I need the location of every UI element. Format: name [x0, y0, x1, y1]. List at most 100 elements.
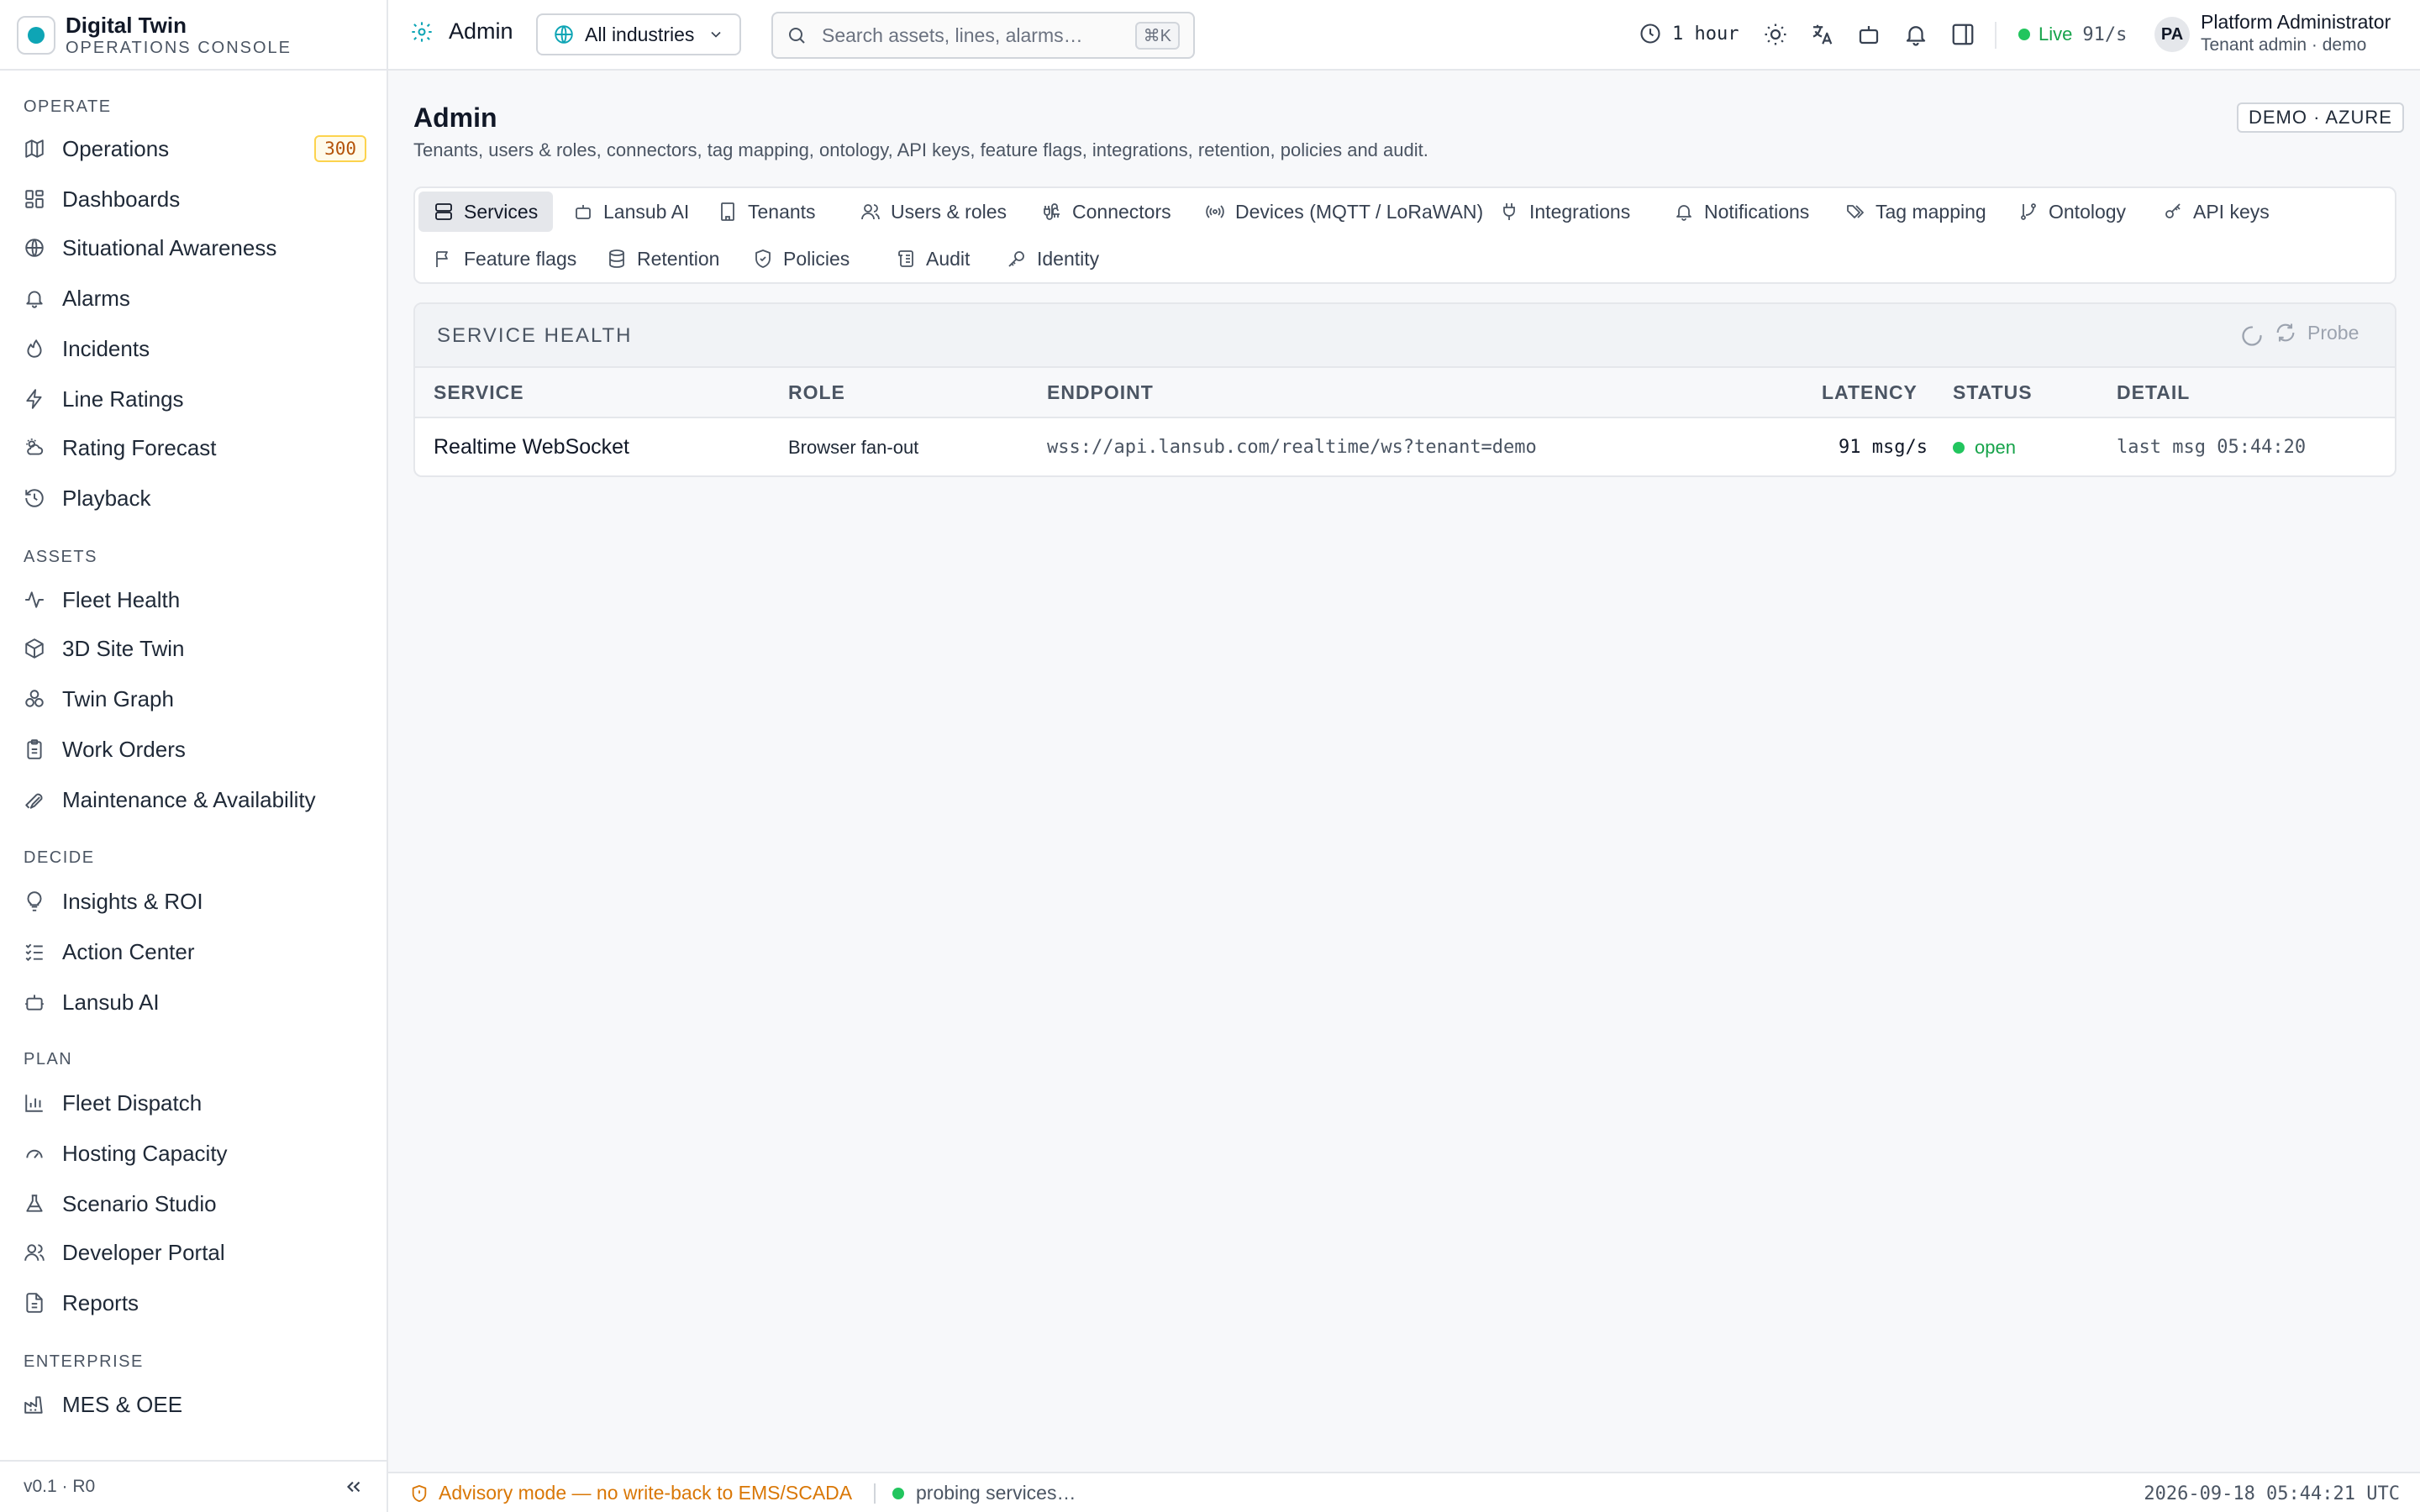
status-dot	[1953, 442, 1965, 454]
sidebar-item-reports[interactable]: Reports	[24, 1283, 366, 1323]
sidebar-item-line-ratings[interactable]: Line Ratings	[24, 379, 366, 419]
nav-section-plan: PLAN	[24, 1050, 73, 1068]
user-menu[interactable]: Platform Administrator Tenant admin · de…	[2201, 10, 2391, 57]
clipboard-icon	[27, 739, 42, 759]
sidebar-item-dashboards[interactable]: Dashboards	[24, 179, 366, 219]
bell-icon[interactable]	[1903, 22, 1928, 47]
probe-button[interactable]: Probe	[2274, 321, 2359, 344]
sidebar-item-3d-site-twin[interactable]: 3D Site Twin	[24, 628, 366, 669]
time-range-button[interactable]: 1 hour	[1639, 22, 1739, 45]
sidebar-item-action-center[interactable]: Action Center	[24, 932, 366, 972]
tab-audit[interactable]: Audit	[881, 239, 985, 279]
tab-services[interactable]: Services	[418, 192, 554, 232]
page-breadcrumb: Admin	[410, 18, 513, 45]
sidebar-item-situational-awareness[interactable]: Situational Awareness	[24, 228, 366, 268]
tab-retention[interactable]: Retention	[592, 239, 734, 279]
live-dot	[2018, 29, 2030, 40]
table-row[interactable]: Realtime WebSocket Browser fan-out wss:/…	[415, 417, 2395, 475]
tab-integrations[interactable]: Integrations	[1484, 192, 1645, 232]
sidebar-item-label: Work Orders	[62, 736, 186, 762]
bolt-icon	[26, 389, 42, 409]
tab-label: Retention	[637, 247, 720, 270]
map-icon	[25, 139, 44, 158]
history-icon	[25, 489, 44, 507]
panel-right-icon[interactable]	[1950, 22, 1975, 47]
search-shortcut: ⌘K	[1134, 21, 1180, 50]
sidebar-item-maintenance-availability[interactable]: Maintenance & Availability	[24, 780, 366, 820]
tab-label: Policies	[783, 247, 850, 270]
search-input[interactable]: Search assets, lines, alarms… ⌘K	[771, 12, 1195, 59]
translate-icon[interactable]	[1809, 22, 1834, 47]
gauge-icon	[26, 1149, 43, 1159]
wrench-icon	[25, 793, 43, 809]
live-indicator[interactable]: Live 91/s	[2018, 24, 2127, 45]
flame-icon	[27, 339, 42, 358]
sidebar-item-operations[interactable]: Operations 300	[24, 129, 366, 169]
page-title: Admin	[413, 102, 497, 133]
bot-icon	[25, 995, 44, 1011]
sidebar-item-fleet-health[interactable]: Fleet Health	[24, 580, 366, 620]
tab-notifications[interactable]: Notifications	[1659, 192, 1824, 232]
sidebar-item-label: Action Center	[62, 938, 195, 964]
probe-label: Probe	[2307, 321, 2360, 344]
tab-api-keys[interactable]: API keys	[2148, 192, 2285, 232]
chevron-down-icon	[711, 31, 721, 38]
scroll-icon	[898, 250, 913, 267]
sidebar-item-fleet-dispatch[interactable]: Fleet Dispatch	[24, 1083, 366, 1123]
sidebar-item-developer-portal[interactable]: Developer Portal	[24, 1232, 366, 1273]
sidebar-item-label: Maintenance & Availability	[62, 786, 316, 812]
brand-title: Digital Twin	[66, 13, 187, 38]
sidebar-item-incidents[interactable]: Incidents	[24, 328, 366, 369]
tab-lansub-ai[interactable]: Lansub AI	[558, 192, 704, 232]
plug-icon	[1503, 203, 1515, 220]
git-branch-icon	[2021, 203, 2036, 220]
sidebar-item-scenario-studio[interactable]: Scenario Studio	[24, 1184, 366, 1224]
nav-section-enterprise: ENTERPRISE	[24, 1352, 144, 1371]
list-check-icon	[25, 943, 43, 962]
brand[interactable]: Digital Twin OPERATIONS CONSOLE	[17, 12, 292, 59]
chevrons-left-icon[interactable]	[343, 1476, 365, 1498]
nav-section-decide: DECIDE	[24, 848, 95, 867]
industry-value: All industries	[585, 23, 695, 45]
page-subtitle: Tenants, users & roles, connectors, tag …	[413, 139, 1428, 160]
tab-devices[interactable]: Devices (MQTT / LoRaWAN)	[1190, 192, 1498, 232]
sun-icon[interactable]	[1763, 22, 1788, 47]
tab-policies[interactable]: Policies	[738, 239, 865, 279]
globe-icon	[25, 239, 44, 257]
bot-icon[interactable]	[1856, 22, 1881, 47]
user-role: Tenant admin · demo	[2201, 35, 2367, 55]
sidebar-item-lansub-ai[interactable]: Lansub AI	[24, 982, 366, 1022]
tab-label: API keys	[2193, 200, 2270, 223]
sidebar-item-alarms[interactable]: Alarms	[24, 278, 366, 318]
sidebar-item-rating-forecast[interactable]: Rating Forecast	[24, 428, 366, 468]
tab-users-roles[interactable]: Users & roles	[845, 192, 1022, 232]
shield-icon	[755, 249, 771, 268]
sidebar-item-hosting-capacity[interactable]: Hosting Capacity	[24, 1133, 366, 1173]
nav-section-assets: ASSETS	[24, 548, 97, 566]
sidebar-item-twin-graph[interactable]: Twin Graph	[24, 679, 366, 719]
tab-tag-mapping[interactable]: Tag mapping	[1830, 192, 2002, 232]
sidebar-item-label: Rating Forecast	[62, 434, 217, 460]
sidebar-item-insights-roi[interactable]: Insights & ROI	[24, 881, 366, 921]
tab-connectors[interactable]: Connectors	[1027, 192, 1186, 232]
tab-ontology[interactable]: Ontology	[2003, 192, 2141, 232]
sidebar-item-label: Alarms	[62, 285, 130, 311]
sidebar-item-mes-oee[interactable]: MES & OEE	[24, 1384, 366, 1425]
tab-feature-flags[interactable]: Feature flags	[418, 239, 592, 279]
tab-label: Ontology	[2049, 200, 2127, 223]
tab-label: Lansub AI	[603, 200, 690, 223]
sidebar-item-work-orders[interactable]: Work Orders	[24, 729, 366, 769]
sidebar-item-playback[interactable]: Playback	[24, 478, 366, 518]
cell-latency: 91 msg/s	[1839, 437, 1928, 458]
cell-role: Browser fan-out	[788, 437, 919, 458]
cloud-sun-icon	[26, 438, 44, 455]
industry-select[interactable]: All industries	[536, 13, 742, 55]
tab-tenants[interactable]: Tenants	[702, 192, 831, 232]
sidebar-item-label: 3D Site Twin	[62, 635, 185, 661]
status-bar: Advisory mode — no write-back to EMS/SCA…	[388, 1472, 2420, 1512]
loader-icon	[2242, 326, 2262, 346]
sidebar-item-label: Insights & ROI	[62, 888, 203, 914]
tab-identity[interactable]: Identity	[992, 239, 1114, 279]
factory-icon	[24, 1396, 43, 1414]
avatar[interactable]: PA	[2154, 17, 2190, 52]
